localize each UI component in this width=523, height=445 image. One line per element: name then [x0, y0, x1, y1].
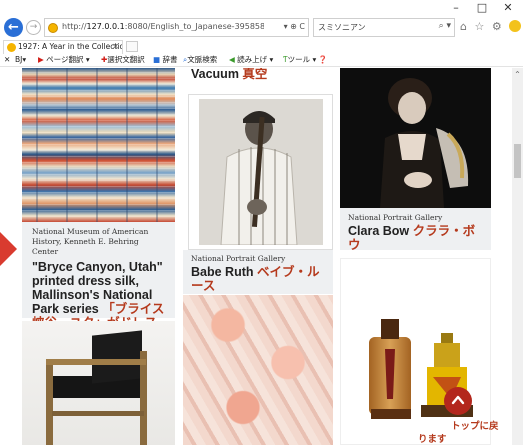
printed-textile-image[interactable] [183, 295, 333, 445]
browser-toolbar-icons[interactable]: ⌂ ☆ ⚙ [460, 20, 522, 33]
url-tools-icons[interactable]: ▾ ⊕ C [284, 22, 305, 31]
babe-ruth-photo [199, 99, 323, 245]
babe-title[interactable]: Babe Ruth ベイブ・ルース [191, 265, 325, 293]
translate-arrow-icon: ▶ [38, 55, 44, 64]
babe-title-en: Babe Ruth [191, 265, 254, 279]
chevron-up-icon [451, 395, 465, 405]
help-button[interactable]: ❓ [318, 54, 327, 66]
scroll-up-icon[interactable]: ⌃ [512, 70, 523, 79]
back-arrow-icon: ← [8, 20, 19, 35]
search-input[interactable]: スミソニアン ⌕ ▾ [313, 18, 455, 37]
chair-illustration [46, 330, 147, 445]
page-translate-label: ページ翻訳 ▾ [46, 55, 90, 64]
tools-button[interactable]: Ƭツール ▾ [283, 54, 316, 66]
site-icon [48, 23, 58, 33]
help-icon: ❓ [318, 55, 328, 64]
clara-bow-silhouette [340, 68, 491, 208]
clara-bow-photo[interactable] [340, 68, 491, 208]
minimize-button[interactable]: – [446, 1, 466, 15]
textile-pattern [22, 68, 175, 222]
bj-menu[interactable]: BJ▾ [15, 54, 26, 66]
vertical-scrollbar[interactable]: ⌃ [512, 68, 523, 445]
clara-title-en: Clara Bow [348, 224, 410, 238]
clara-source: National Portrait Gallery [348, 213, 443, 222]
forward-arrow-icon: → [29, 22, 38, 32]
bryce-canyon-card[interactable]: National Museum of American History, Ken… [22, 222, 175, 344]
babe-ruth-photo-frame[interactable] [188, 94, 333, 250]
search-text: スミソニアン [318, 23, 366, 32]
tab-close-button[interactable]: ✕ [112, 41, 119, 53]
close-window-button[interactable]: ✕ [498, 1, 518, 15]
back-button[interactable]: ← [4, 18, 23, 37]
page-content: National Museum of American History, Ken… [0, 68, 512, 445]
feedback-smiley-icon[interactable] [509, 20, 522, 32]
maximize-button[interactable]: □ [472, 1, 492, 15]
search-icon[interactable]: ⌕ ▾ [439, 21, 451, 31]
tab-title: 1927: A Year in the Collectio... [18, 42, 123, 51]
back-to-top-line1: トップに戻 [451, 421, 499, 432]
tools-label: ツール ▾ [287, 55, 317, 64]
perfume-object-image[interactable] [340, 258, 491, 445]
home-star-gear-icons[interactable]: ⌂ ☆ ⚙ [460, 20, 504, 33]
tab-active[interactable]: 1927: A Year in the Collectio... ✕ [3, 40, 123, 54]
babe-ruth-card[interactable]: National Portrait Gallery Babe Ruth ベイブ・… [183, 250, 333, 294]
tab-bar: 1927: A Year in the Collectio... ✕ [0, 40, 523, 54]
selection-translate-button[interactable]: ✚選択文翻訳 [101, 54, 145, 66]
back-to-top-label[interactable]: トップに戻 ります [418, 420, 510, 445]
pointer-arrow-icon [0, 232, 17, 266]
babe-source: National Portrait Gallery [191, 254, 286, 263]
new-tab-button[interactable] [126, 41, 138, 52]
tab-site-icon [7, 43, 16, 52]
back-to-top-button[interactable] [444, 387, 472, 415]
context-search-button[interactable]: ⌕文脈検索 [183, 54, 217, 66]
clara-title[interactable]: Clara Bow クララ・ボウ [348, 224, 483, 252]
title-bar: – □ ✕ [0, 0, 523, 16]
vacuum-title-ja: 真空 [242, 68, 268, 81]
page-translate-button[interactable]: ▶ ページ翻訳 ▾ [38, 54, 90, 66]
perfume-object-illustration [369, 319, 473, 419]
url-input[interactable]: http://127.0.0.1:8080/English_to_Japanes… [44, 18, 309, 37]
speaker-icon: ◀ [229, 55, 235, 64]
url-text: http://127.0.0.1:8080/English_to_Japanes… [62, 22, 264, 31]
context-search-label: 文脈検索 [187, 55, 218, 64]
vacuum-title-en: Vacuum [191, 68, 239, 81]
read-aloud-label: 読み上げ ▾ [237, 55, 274, 64]
back-to-top-line2: ります [418, 434, 447, 445]
vacuum-title[interactable]: Vacuum 真空 [191, 68, 333, 81]
selection-translate-label: 選択文翻訳 [107, 55, 145, 64]
translation-toolbar: ✕ BJ▾ ▶ ページ翻訳 ▾ ✚選択文翻訳 ■ 辞書 ⌕文脈検索 ◀ 読み上げ… [0, 54, 523, 67]
scrollbar-thumb[interactable] [514, 144, 521, 178]
bryce-source: National Museum of American History, Ken… [32, 227, 149, 256]
chair-image[interactable] [22, 321, 175, 445]
bryce-canyon-textile-image[interactable] [22, 68, 175, 222]
dictionary-icon: ■ [153, 55, 161, 64]
address-bar: ← → http://127.0.0.1:8080/English_to_Jap… [0, 16, 523, 40]
clara-bow-card[interactable]: National Portrait Gallery Clara Bow クララ・… [340, 208, 491, 252]
dictionary-button[interactable]: ■ 辞書 [153, 54, 177, 66]
dictionary-label: 辞書 [162, 55, 178, 64]
vacuum-card[interactable]: Vacuum 真空 [183, 68, 333, 82]
babe-ruth-silhouette [199, 99, 323, 245]
forward-button[interactable]: → [26, 20, 41, 35]
read-aloud-button[interactable]: ◀ 読み上げ ▾ [229, 54, 273, 66]
toolbar-close-button[interactable]: ✕ [4, 54, 10, 66]
